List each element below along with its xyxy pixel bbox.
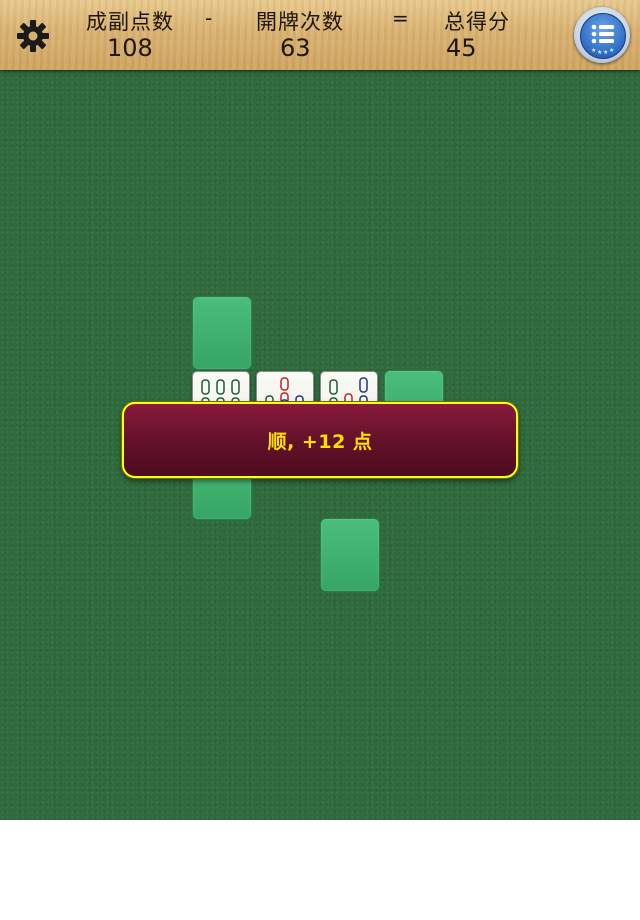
total-score-value: 45 [446, 34, 477, 62]
empty-slot[interactable] [192, 296, 252, 370]
menu-button[interactable]: ★ ★ ★ ★ [574, 7, 630, 63]
minus-operator: - [205, 6, 213, 30]
score-message-banner: 顺, +12 点 [122, 402, 518, 478]
score-message-text: 顺, +12 点 [267, 430, 373, 453]
draws-value: 63 [280, 34, 311, 62]
svg-text:★: ★ [609, 47, 614, 54]
gear-icon [17, 20, 49, 52]
total-score-label: 总得分 [444, 10, 510, 34]
list-icon: ★ ★ ★ ★ [591, 24, 614, 56]
meld-points-value: 108 [107, 34, 153, 62]
svg-text:★: ★ [597, 49, 602, 56]
settings-button[interactable] [15, 18, 51, 54]
meld-points-label: 成副点数 [86, 10, 174, 34]
draws-label: 開牌次数 [256, 10, 344, 34]
svg-text:★: ★ [591, 47, 596, 54]
equals-operator: = [392, 6, 409, 30]
game-screen: 成副点数 - 開牌次数 = 总得分 108 63 45 ★ ★ ★ ★ 顺, +… [0, 0, 640, 820]
svg-text:★: ★ [603, 49, 608, 56]
empty-slot[interactable] [320, 518, 380, 592]
